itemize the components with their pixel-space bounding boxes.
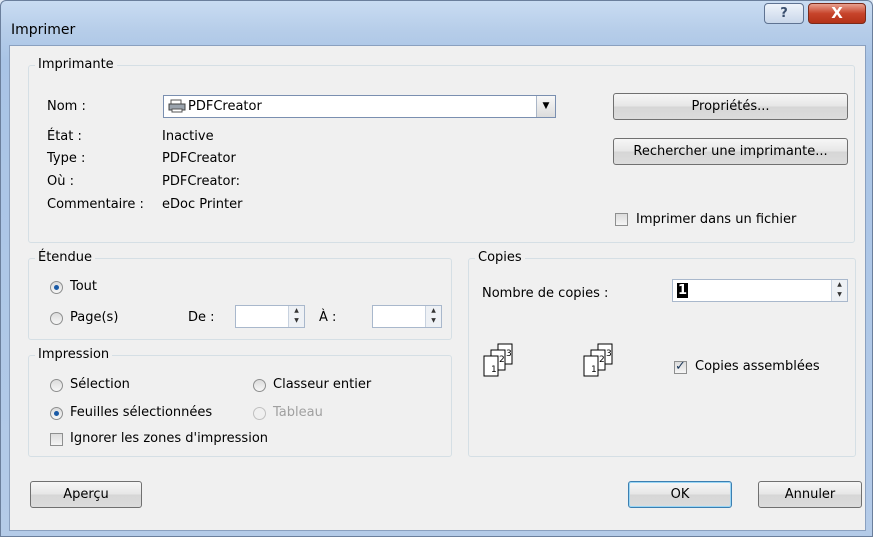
title-bar[interactable]: Imprimer ? X	[1, 1, 872, 45]
whole-workbook-label[interactable]: Classeur entier	[273, 377, 371, 392]
printer-type-value: PDFCreator	[162, 151, 236, 166]
printer-type-label: Type :	[47, 151, 86, 166]
printer-state-value: Inactive	[162, 129, 214, 144]
print-dialog: Imprimer ? X Imprimante Nom : PDFCreator…	[0, 0, 873, 537]
range-pages-label[interactable]: Page(s)	[70, 310, 118, 325]
whole-workbook-radio[interactable]	[253, 379, 266, 392]
help-button[interactable]: ?	[764, 3, 804, 24]
page-number-3: 3	[606, 349, 612, 359]
table-label: Tableau	[273, 405, 323, 420]
printer-where-label: Où :	[47, 174, 74, 189]
page-number-2: 2	[499, 355, 505, 365]
spinner-arrows-icon[interactable]: ▲ ▼	[288, 306, 304, 327]
print-to-file-label[interactable]: Imprimer dans un fichier	[636, 212, 796, 227]
printer-name-label: Nom :	[47, 99, 86, 114]
active-sheets-radio[interactable]	[50, 407, 63, 420]
copies-group-title: Copies	[475, 250, 525, 265]
range-all-label[interactable]: Tout	[70, 279, 97, 294]
find-printer-button[interactable]: Rechercher une imprimante...	[613, 138, 848, 165]
selection-label[interactable]: Sélection	[70, 377, 130, 392]
printer-icon	[168, 99, 186, 113]
active-sheets-label[interactable]: Feuilles sélectionnées	[70, 405, 212, 420]
printer-where-value: PDFCreator:	[162, 174, 240, 189]
preview-button[interactable]: Aperçu	[30, 481, 142, 508]
range-from-spinner[interactable]: ▲ ▼	[235, 305, 305, 328]
collate-label[interactable]: Copies assemblées	[695, 359, 820, 374]
copies-number-value[interactable]: 1	[677, 283, 689, 298]
cancel-button[interactable]: Annuler	[758, 481, 862, 508]
range-group-title: Étendue	[35, 250, 96, 265]
printer-comment-value: eDoc Printer	[162, 197, 243, 212]
collated-pages-icon: 3 2 1	[583, 343, 613, 377]
collated-pages-icon: 3 2 1	[483, 343, 513, 377]
printer-name-dropdown[interactable]: PDFCreator ▼	[163, 95, 556, 118]
range-from-label: De :	[188, 310, 215, 325]
selection-radio[interactable]	[50, 379, 63, 392]
ignore-print-areas-checkbox[interactable]	[50, 433, 63, 446]
page-number-3: 3	[506, 349, 512, 359]
range-pages-radio[interactable]	[50, 312, 63, 325]
copies-number-spinner[interactable]: 1 ▲ ▼	[672, 279, 848, 302]
ok-button[interactable]: OK	[628, 481, 732, 508]
collate-checkbox[interactable]	[674, 359, 687, 374]
page-number-2: 2	[599, 355, 605, 365]
range-to-spinner[interactable]: ▲ ▼	[372, 305, 442, 328]
printer-name-value: PDFCreator	[188, 99, 262, 114]
dialog-client-area: Imprimante Nom : PDFCreator ▼ État : Ina…	[9, 45, 866, 531]
copies-number-label: Nombre de copies :	[482, 286, 609, 301]
close-button[interactable]: X	[808, 3, 866, 24]
page-number-1: 1	[491, 365, 497, 375]
spinner-arrows-icon[interactable]: ▲ ▼	[425, 306, 441, 327]
printer-comment-label: Commentaire :	[47, 197, 144, 212]
properties-button[interactable]: Propriétés...	[613, 93, 848, 120]
chevron-down-icon[interactable]: ▼	[536, 96, 555, 117]
printer-group-title: Imprimante	[35, 57, 117, 72]
print-what-group-title: Impression	[35, 347, 113, 362]
print-to-file-checkbox[interactable]	[615, 213, 628, 226]
page-number-1: 1	[591, 365, 597, 375]
dialog-title: Imprimer	[11, 22, 76, 38]
spinner-arrows-icon[interactable]: ▲ ▼	[831, 280, 847, 301]
ignore-print-areas-label[interactable]: Ignorer les zones d'impression	[70, 431, 268, 446]
table-radio	[253, 407, 266, 420]
printer-state-label: État :	[47, 129, 82, 144]
range-all-radio[interactable]	[50, 281, 63, 294]
range-to-label: À :	[319, 310, 337, 325]
